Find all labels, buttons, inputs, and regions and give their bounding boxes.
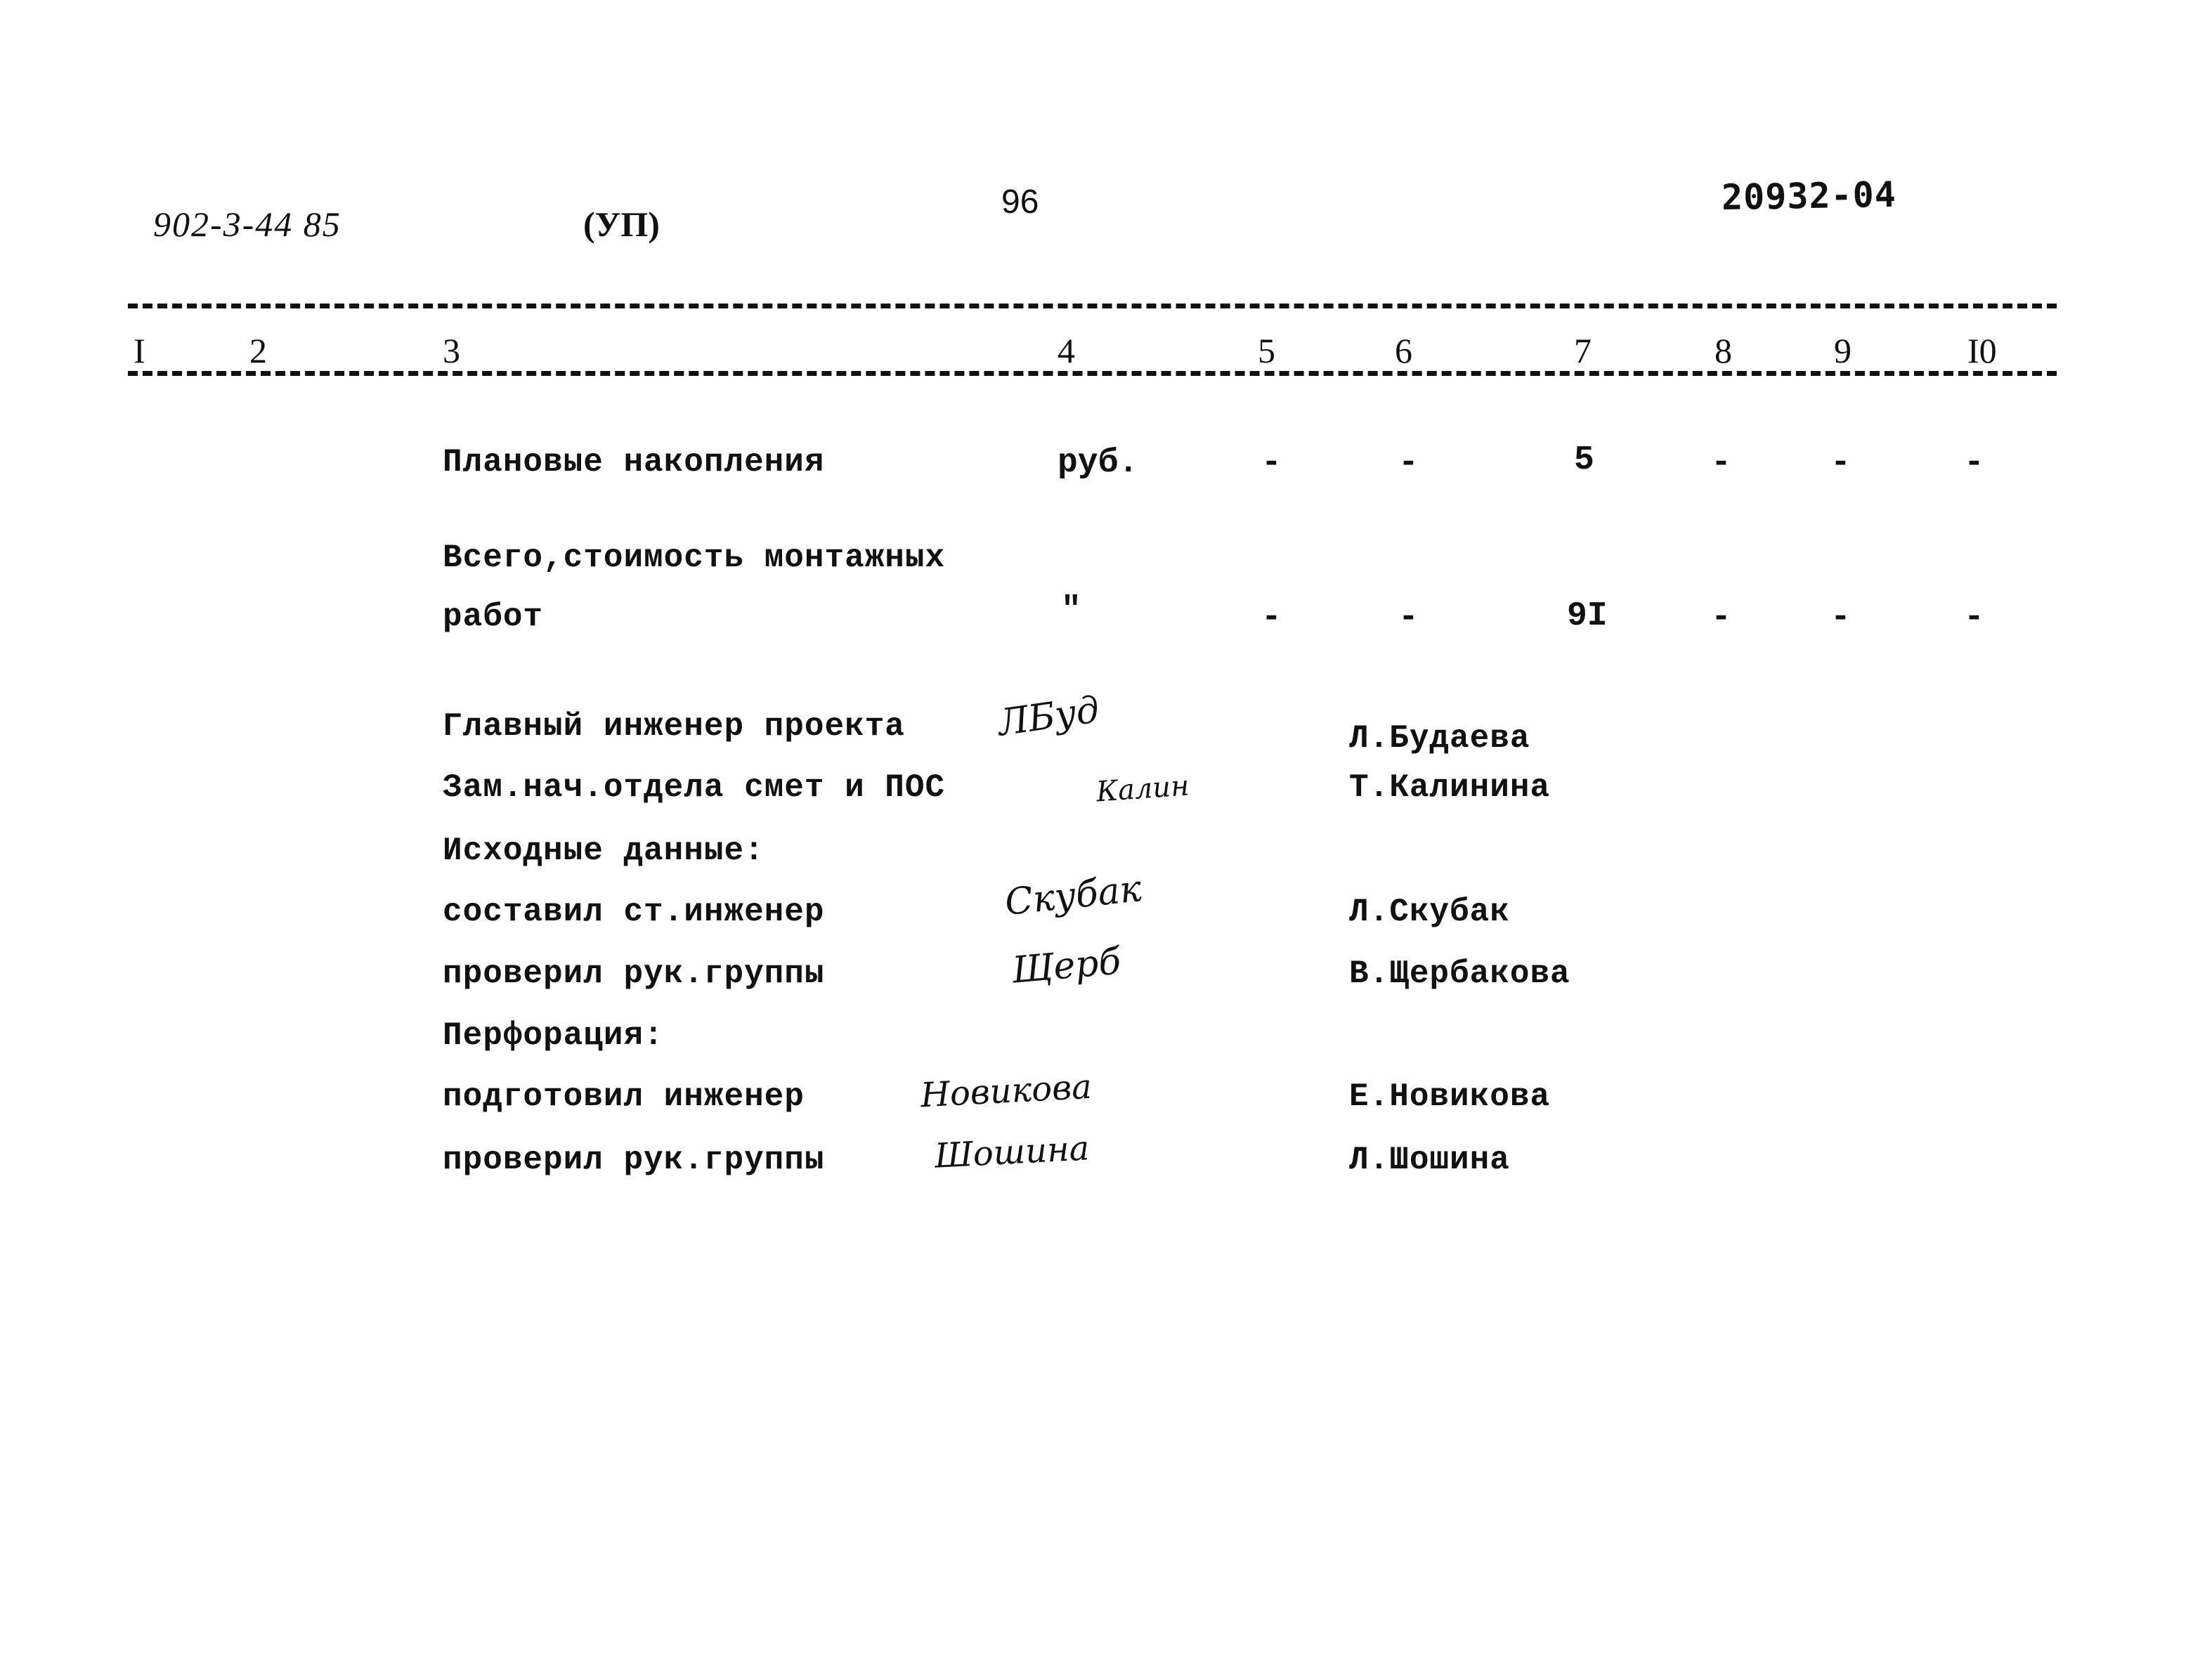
signature-role: проверил рук.группы [443,1142,825,1178]
table-header-bottom-rule [128,371,2057,376]
section-label: Исходные данные: [443,833,765,869]
column-number: 9 [1834,331,1852,370]
handwritten-signature: Щерб [1010,940,1123,992]
signature-role: подготовил инженер [443,1078,805,1115]
signature-role: Зам.нач.отдела смет и ПОС [443,769,946,806]
signature-role: Главный инженер проекта [443,708,905,745]
handwritten-signature: Скубак [1003,867,1144,925]
row-name-line2: работ [443,599,544,635]
handwritten-signature: Калин [1095,769,1190,809]
table-header-top-rule [128,304,2057,308]
column-number: 6 [1395,331,1412,370]
column-number: 4 [1058,331,1075,370]
cell-col8: - [1711,599,1731,637]
signatory-name: Е.Новикова [1349,1078,1551,1115]
column-number: I [134,331,145,370]
column-number: 8 [1715,331,1732,370]
row-unit: руб. [1058,444,1139,482]
cell-col7: 9I [1567,597,1608,635]
cell-col6: - [1398,599,1419,637]
signatory-name: Т.Калинина [1349,769,1551,806]
signature-role: проверил рук.группы [443,956,825,992]
cell-col5: - [1261,599,1282,637]
cell-col8: - [1711,444,1731,482]
row-name-line1: Всего,стоимость монтажных [443,540,946,576]
signatory-name: Л.Будаева [1349,720,1530,757]
cell-col10: - [1964,444,1984,482]
section-mark: (УП) [583,204,660,244]
row-name: Плановые накопления [443,444,825,481]
handwritten-signature: Шошина [933,1128,1091,1176]
cell-col6: - [1398,444,1419,482]
column-number: 7 [1574,331,1592,370]
column-number: 2 [249,331,267,370]
cell-col10: - [1964,599,1984,637]
section-label: Перфорация: [443,1017,664,1054]
project-code: 902-3-44 85 [153,204,341,244]
column-number: 5 [1258,331,1275,370]
signatory-name: Л.Шошина [1349,1142,1510,1178]
column-number: 3 [443,331,460,370]
signature-role: составил ст.инженер [443,894,825,930]
signatory-name: В.Щербакова [1349,956,1570,992]
handwritten-signature: Новикова [919,1067,1093,1116]
cell-col9: - [1830,444,1851,482]
cell-col7: 5 [1574,441,1594,479]
document-number: 20932-04 [1721,174,1897,219]
cell-col5: - [1261,444,1282,482]
row-unit: " [1061,592,1081,630]
page-number: 96 [1001,183,1039,221]
column-number: I0 [1967,331,1997,370]
cell-col9: - [1830,599,1851,637]
signatory-name: Л.Скубак [1349,894,1510,930]
handwritten-signature: ЛБуд [995,689,1102,745]
